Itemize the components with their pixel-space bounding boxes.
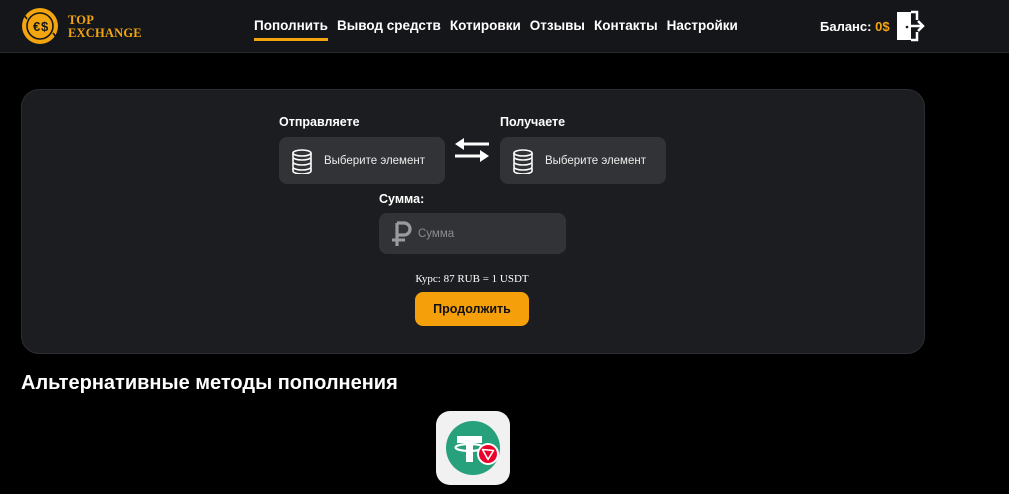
logout-icon[interactable] bbox=[894, 10, 926, 42]
top-header: € $ TOP EXCHANGE Пополнить Вывод средств… bbox=[0, 0, 1009, 53]
currency-exchange-logo-icon[interactable]: € $ bbox=[21, 7, 59, 45]
nav-contacts[interactable]: Контакты bbox=[594, 18, 658, 41]
send-currency-placeholder: Выберите элемент bbox=[324, 154, 425, 167]
main-nav: Пополнить Вывод средств Котировки Отзывы… bbox=[254, 18, 738, 41]
amount-field-wrapper bbox=[379, 213, 566, 254]
receive-currency-placeholder: Выберите элемент bbox=[545, 154, 646, 167]
coins-stack-icon bbox=[292, 148, 312, 174]
amount-label: Сумма: bbox=[379, 192, 425, 206]
usdt-trc20-method-card[interactable] bbox=[436, 411, 510, 485]
send-label: Отправляете bbox=[279, 115, 360, 129]
alt-methods-title: Альтернативные методы пополнения bbox=[21, 372, 398, 394]
continue-button[interactable]: Продолжить bbox=[415, 292, 529, 326]
ruble-icon bbox=[392, 220, 412, 246]
nav-withdraw[interactable]: Вывод средств bbox=[337, 18, 441, 41]
brand-line-1: TOP bbox=[68, 13, 95, 27]
balance-value: 0$ bbox=[875, 19, 890, 34]
balance-label: Баланс: bbox=[820, 19, 872, 34]
brand-line-2: EXCHANGE bbox=[68, 25, 142, 40]
send-currency-select[interactable]: Выберите элемент bbox=[279, 137, 445, 184]
nav-settings[interactable]: Настройки bbox=[667, 18, 738, 41]
nav-reviews[interactable]: Отзывы bbox=[530, 18, 585, 41]
receive-currency-select[interactable]: Выберите элемент bbox=[500, 137, 666, 184]
nav-deposit[interactable]: Пополнить bbox=[254, 18, 328, 41]
brand-name[interactable]: TOP EXCHANGE bbox=[68, 14, 142, 39]
swap-arrows-icon[interactable] bbox=[452, 135, 492, 165]
usdt-trc20-icon bbox=[446, 421, 500, 475]
receive-label: Получаете bbox=[500, 115, 566, 129]
amount-input[interactable] bbox=[418, 227, 548, 240]
coins-stack-icon bbox=[513, 148, 533, 174]
svg-text:€: € bbox=[33, 19, 40, 34]
balance-display: Баланс: 0$ bbox=[820, 19, 890, 34]
nav-quotes[interactable]: Котировки bbox=[450, 18, 521, 41]
exchange-rate: Курс: 87 RUB = 1 USDT bbox=[415, 273, 529, 285]
svg-text:$: $ bbox=[41, 19, 49, 34]
